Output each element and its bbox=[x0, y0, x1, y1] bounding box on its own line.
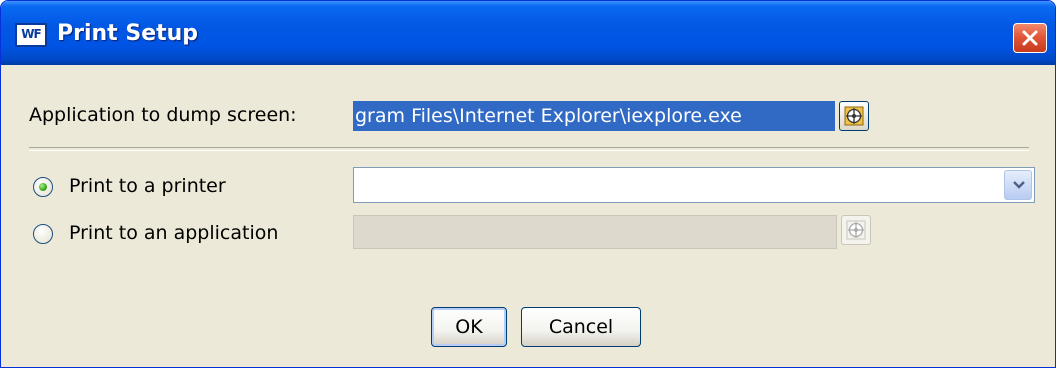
print-application-input bbox=[353, 215, 837, 249]
print-to-application-radio[interactable] bbox=[33, 224, 53, 244]
dump-application-input[interactable]: gram Files\Internet Explorer\iexplore.ex… bbox=[353, 101, 835, 131]
cancel-button[interactable]: Cancel bbox=[521, 307, 641, 347]
printer-select[interactable] bbox=[353, 167, 1035, 203]
radio-selected-dot bbox=[39, 183, 47, 191]
close-icon bbox=[1022, 30, 1038, 46]
print-setup-dialog: WF Print Setup Application to dump scree… bbox=[0, 0, 1056, 368]
ok-button[interactable]: OK bbox=[431, 307, 507, 347]
target-browse-icon bbox=[846, 220, 866, 240]
app-icon: WF bbox=[15, 23, 47, 47]
dump-application-value: gram Files\Internet Explorer\iexplore.ex… bbox=[355, 105, 742, 127]
printer-dropdown-button[interactable] bbox=[1004, 170, 1032, 200]
print-to-printer-radio[interactable] bbox=[33, 177, 53, 197]
dialog-title: Print Setup bbox=[57, 21, 199, 46]
dump-screen-label: Application to dump screen: bbox=[29, 104, 297, 126]
print-to-application-label: Print to an application bbox=[69, 222, 279, 244]
section-divider bbox=[29, 147, 1029, 151]
title-bar[interactable]: WF Print Setup bbox=[1, 1, 1055, 65]
application-browse-button bbox=[841, 215, 871, 245]
close-button[interactable] bbox=[1013, 23, 1047, 53]
dump-browse-button[interactable] bbox=[839, 101, 869, 131]
chevron-down-icon bbox=[1013, 181, 1025, 189]
print-to-printer-label: Print to a printer bbox=[69, 175, 226, 197]
target-browse-icon bbox=[844, 106, 864, 126]
